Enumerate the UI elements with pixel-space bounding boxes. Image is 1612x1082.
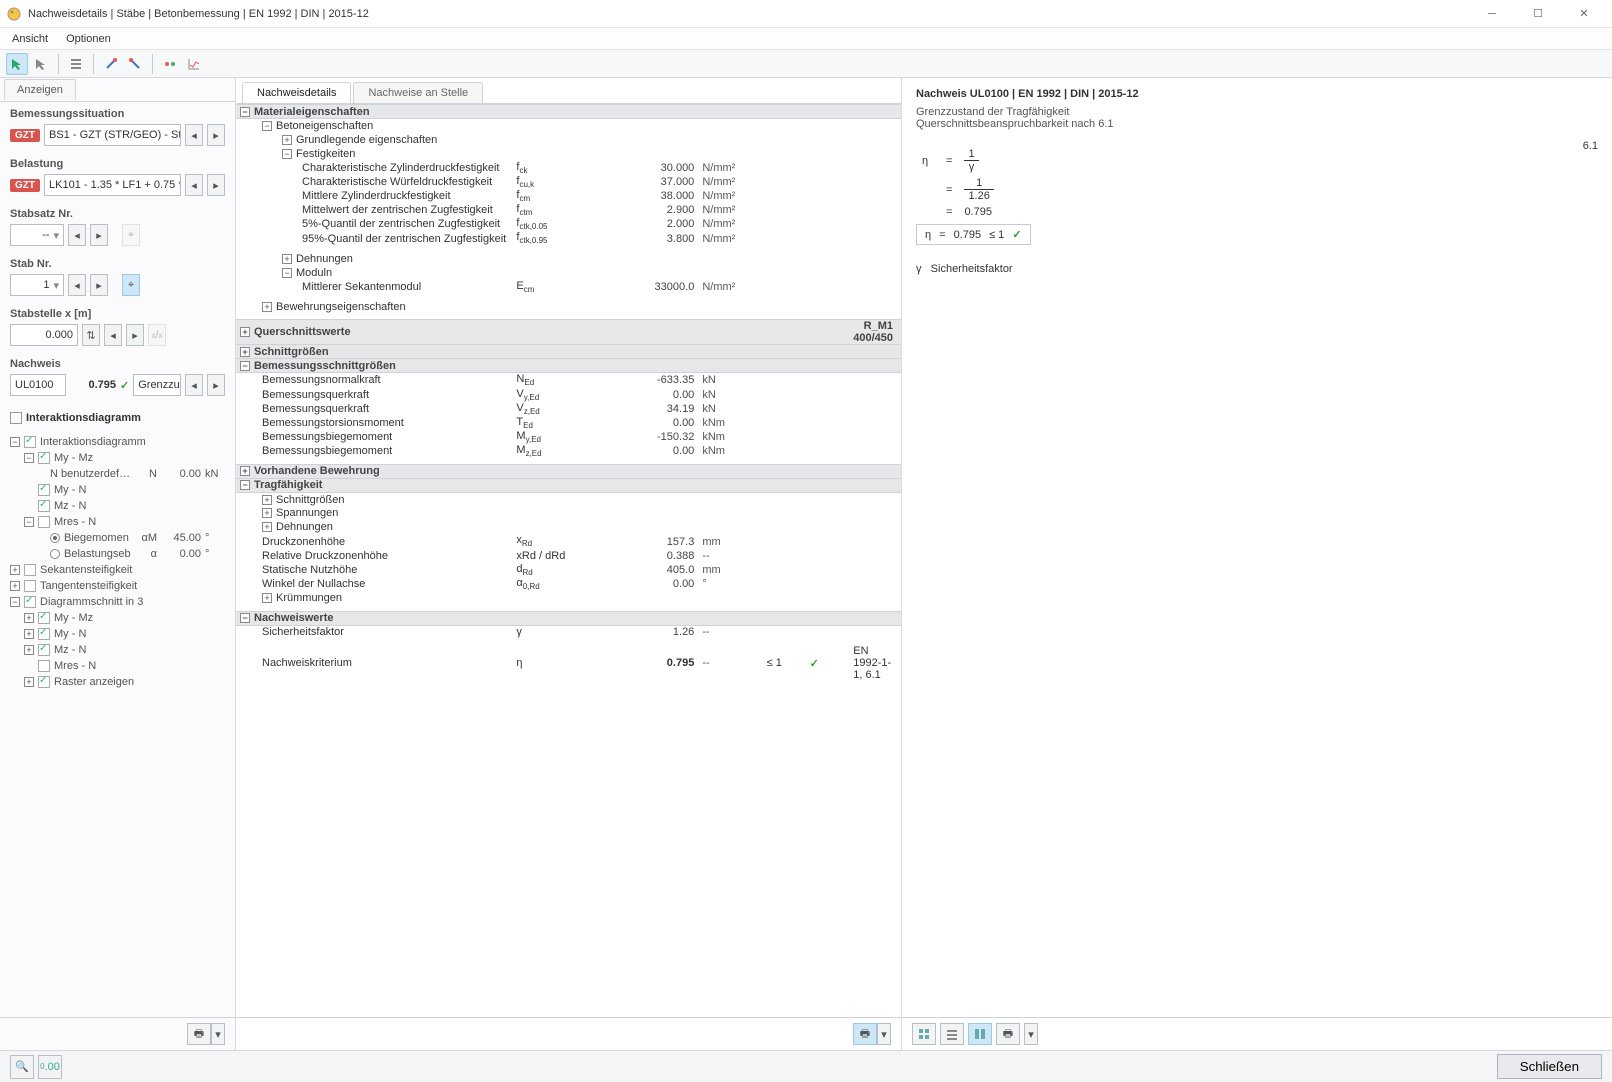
stab-next[interactable]: ▸ xyxy=(90,274,108,296)
nachweis-value: 0.795 xyxy=(70,379,116,391)
diagram-tree: −Interaktionsdiagramm −My - Mz N benutze… xyxy=(0,430,235,1017)
nw-prev[interactable]: ◂ xyxy=(185,374,203,396)
lk-next-button[interactable]: ▸ xyxy=(207,174,225,196)
toolbar xyxy=(0,50,1612,78)
label-stab-nr: Stab Nr. xyxy=(0,252,235,272)
interdiag-checkbox[interactable] xyxy=(10,412,22,424)
tool-dots-icon[interactable] xyxy=(159,53,181,75)
print-button[interactable]: 🖶 xyxy=(187,1023,211,1045)
tool-cursor-1[interactable] xyxy=(6,53,28,75)
menu-optionen[interactable]: Optionen xyxy=(66,33,111,45)
tab-nachweise-an-stelle[interactable]: Nachweise an Stelle xyxy=(353,82,483,103)
stabstelle-step[interactable]: ⇅ xyxy=(82,324,100,346)
tool-axis-1[interactable] xyxy=(100,53,122,75)
tool-graph-icon[interactable] xyxy=(183,53,205,75)
stab-prev[interactable]: ◂ xyxy=(68,274,86,296)
label-interdiag: Interaktionsdiagramm xyxy=(26,412,141,424)
label-belastung: Belastung xyxy=(0,152,235,172)
rp-ref: 6.1 xyxy=(1583,140,1598,152)
stab-pick[interactable]: ⌖ xyxy=(122,274,140,296)
rp-title: Nachweis UL0100 | EN 1992 | DIN | 2015-1… xyxy=(902,78,1612,102)
nw-next[interactable]: ▸ xyxy=(207,374,225,396)
stabsatz-pick[interactable]: ⌖ xyxy=(122,224,140,246)
stabstelle-prev[interactable]: ◂ xyxy=(104,324,122,346)
label-stabstelle: Stabstelle x [m] xyxy=(0,302,235,322)
minimize-button[interactable]: ─ xyxy=(1470,2,1514,26)
statusbar: 🔍 0.00 Schließen xyxy=(0,1050,1612,1082)
label-stabsatz-nr: Stabsatz Nr. xyxy=(0,202,235,222)
maximize-button[interactable]: ☐ xyxy=(1516,2,1560,26)
menubar: Ansicht Optionen xyxy=(0,28,1612,50)
rp-line2: Querschnittsbeanspruchbarkeit nach 6.1 xyxy=(916,118,1598,130)
print-dropdown[interactable]: ▾ xyxy=(211,1023,225,1045)
check-icon: ✓ xyxy=(1012,228,1021,241)
rp-btn-2[interactable] xyxy=(940,1023,964,1045)
app-icon xyxy=(6,6,22,22)
rp-print-dropdown[interactable]: ▾ xyxy=(1024,1023,1038,1045)
close-button[interactable]: Schließen xyxy=(1497,1054,1602,1079)
gamma-note: γ Sicherheitsfaktor xyxy=(916,263,1598,275)
bemessungssituation-select[interactable]: BS1 - GZT (STR/GEO) - Ständig …▾ xyxy=(44,124,181,146)
status-search-icon[interactable]: 🔍 xyxy=(10,1055,34,1079)
gzt-badge: GZT xyxy=(10,129,40,142)
result-box: η=0.795 ≤ 1✓ xyxy=(916,224,1031,245)
center-print-dropdown[interactable]: ▾ xyxy=(877,1023,891,1045)
close-window-button[interactable]: ✕ xyxy=(1562,2,1606,26)
tool-axis-2[interactable] xyxy=(124,53,146,75)
titlebar: Nachweisdetails | Stäbe | Betonbemessung… xyxy=(0,0,1612,28)
check-icon: ✓ xyxy=(120,379,129,392)
label-nachweis: Nachweis xyxy=(0,352,235,372)
bs-next-button[interactable]: ▸ xyxy=(207,124,225,146)
window-title: Nachweisdetails | Stäbe | Betonbemessung… xyxy=(28,8,369,20)
left-panel: Anzeigen Bemessungssituation GZT BS1 - G… xyxy=(0,78,236,1050)
belastung-select[interactable]: LK101 - 1.35 * LF1 + 0.75 * LF2 + …▾ xyxy=(44,174,181,196)
details-table: −Materialeigenschaften −Betoneigenschaft… xyxy=(236,104,901,1017)
label-bemessungssituation: Bemessungssituation xyxy=(0,102,235,122)
tool-cursor-2[interactable] xyxy=(30,53,52,75)
center-panel: Nachweisdetails Nachweise an Stelle −Mat… xyxy=(236,78,902,1050)
lk-prev-button[interactable]: ◂ xyxy=(185,174,203,196)
right-panel: Nachweis UL0100 | EN 1992 | DIN | 2015-1… xyxy=(902,78,1612,1050)
stabstelle-next[interactable]: ▸ xyxy=(126,324,144,346)
menu-ansicht[interactable]: Ansicht xyxy=(12,33,48,45)
tab-nachweisdetails[interactable]: Nachweisdetails xyxy=(242,82,351,103)
stab-field[interactable]: 1 ▾ xyxy=(10,274,64,296)
gzt-badge-2: GZT xyxy=(10,179,40,192)
stabsatz-field[interactable]: -- ▾ xyxy=(10,224,64,246)
center-print-button[interactable]: 🖶 xyxy=(853,1023,877,1045)
rp-btn-1[interactable] xyxy=(912,1023,936,1045)
stabstelle-field[interactable]: 0.000 xyxy=(10,324,78,346)
tab-anzeigen[interactable]: Anzeigen xyxy=(4,79,76,100)
stabsatz-prev[interactable]: ◂ xyxy=(68,224,86,246)
nachweis-text[interactable]: Grenzzustand …▾ xyxy=(133,374,181,396)
stabsatz-next[interactable]: ▸ xyxy=(90,224,108,246)
nachweis-code[interactable]: UL0100 xyxy=(10,374,66,396)
tool-list-icon[interactable] xyxy=(65,53,87,75)
rp-print-button[interactable]: 🖶 xyxy=(996,1023,1020,1045)
rp-line1: Grenzzustand der Tragfähigkeit xyxy=(916,106,1598,118)
bs-prev-button[interactable]: ◂ xyxy=(185,124,203,146)
status-decimals-icon[interactable]: 0.00 xyxy=(38,1055,62,1079)
rp-btn-3[interactable] xyxy=(968,1023,992,1045)
stabstelle-ratio[interactable]: x/x xyxy=(148,324,166,346)
